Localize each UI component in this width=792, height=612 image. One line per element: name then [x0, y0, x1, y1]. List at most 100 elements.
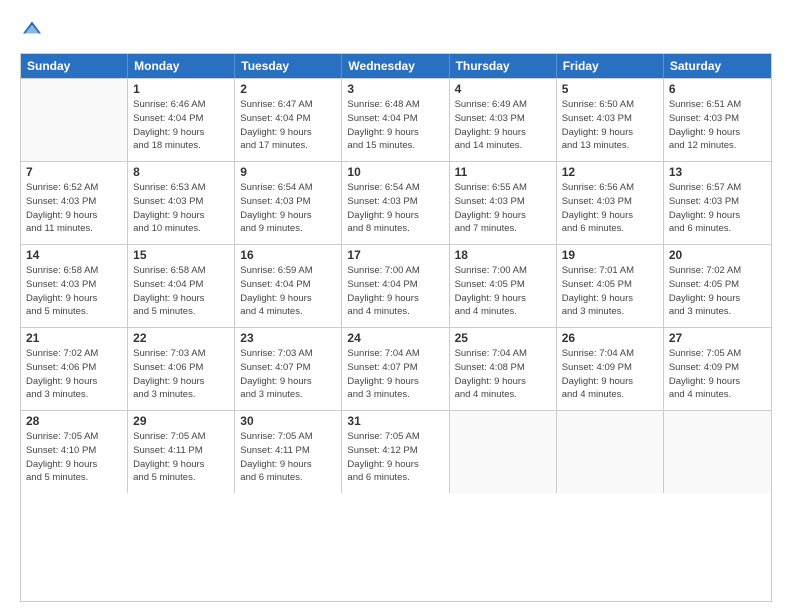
- cal-cell-r3-c3: 24 Sunrise: 7:04 AM Sunset: 4:07 PM Dayli…: [342, 328, 449, 410]
- day-info: Sunrise: 6:55 AM Sunset: 4:03 PM Dayligh…: [455, 181, 551, 236]
- cal-cell-r4-c4: [450, 411, 557, 493]
- day-info: Sunrise: 7:03 AM Sunset: 4:07 PM Dayligh…: [240, 347, 336, 402]
- day-number: 21: [26, 331, 122, 345]
- day-info: Sunrise: 6:51 AM Sunset: 4:03 PM Dayligh…: [669, 98, 766, 153]
- cal-cell-r3-c6: 27 Sunrise: 7:05 AM Sunset: 4:09 PM Dayli…: [664, 328, 771, 410]
- day-number: 3: [347, 82, 443, 96]
- cal-cell-r2-c1: 15Sunrise: 6:58 AM Sunset: 4:04 PM Dayli…: [128, 245, 235, 327]
- day-info: Sunrise: 6:54 AM Sunset: 4:03 PM Dayligh…: [240, 181, 336, 236]
- day-number: 27: [669, 331, 766, 345]
- weekday-header-tuesday: Tuesday: [235, 54, 342, 78]
- cal-cell-r0-c3: 3 Sunrise: 6:48 AM Sunset: 4:04 PM Daylig…: [342, 79, 449, 161]
- day-info: Sunrise: 7:00 AM Sunset: 4:04 PM Dayligh…: [347, 264, 443, 319]
- day-number: 28: [26, 414, 122, 428]
- cal-cell-r1-c4: 11 Sunrise: 6:55 AM Sunset: 4:03 PM Dayli…: [450, 162, 557, 244]
- day-number: 5: [562, 82, 658, 96]
- cal-cell-r4-c3: 31 Sunrise: 7:05 AM Sunset: 4:12 PM Dayli…: [342, 411, 449, 493]
- day-number: 7: [26, 165, 122, 179]
- cal-cell-r4-c0: 28 Sunrise: 7:05 AM Sunset: 4:10 PM Dayli…: [21, 411, 128, 493]
- cal-cell-r1-c2: 9Sunrise: 6:54 AM Sunset: 4:03 PM Daylig…: [235, 162, 342, 244]
- day-info: Sunrise: 6:52 AM Sunset: 4:03 PM Dayligh…: [26, 181, 122, 236]
- day-info: Sunrise: 7:03 AM Sunset: 4:06 PM Dayligh…: [133, 347, 229, 402]
- cal-cell-r2-c3: 17Sunrise: 7:00 AM Sunset: 4:04 PM Dayli…: [342, 245, 449, 327]
- calendar-row-4: 21 Sunrise: 7:02 AM Sunset: 4:06 PM Dayli…: [21, 327, 771, 410]
- day-info: Sunrise: 7:02 AM Sunset: 4:06 PM Dayligh…: [26, 347, 122, 402]
- cal-cell-r1-c1: 8 Sunrise: 6:53 AM Sunset: 4:03 PM Daylig…: [128, 162, 235, 244]
- day-number: 23: [240, 331, 336, 345]
- day-number: 18: [455, 248, 551, 262]
- day-number: 15: [133, 248, 229, 262]
- cal-cell-r1-c5: 12Sunrise: 6:56 AM Sunset: 4:03 PM Dayli…: [557, 162, 664, 244]
- day-number: 16: [240, 248, 336, 262]
- day-number: 25: [455, 331, 551, 345]
- day-info: Sunrise: 7:05 AM Sunset: 4:09 PM Dayligh…: [669, 347, 766, 402]
- cal-cell-r3-c2: 23 Sunrise: 7:03 AM Sunset: 4:07 PM Dayli…: [235, 328, 342, 410]
- calendar-row-2: 7 Sunrise: 6:52 AM Sunset: 4:03 PM Daylig…: [21, 161, 771, 244]
- cal-cell-r4-c1: 29 Sunrise: 7:05 AM Sunset: 4:11 PM Dayli…: [128, 411, 235, 493]
- day-number: 2: [240, 82, 336, 96]
- calendar-body: 1 Sunrise: 6:46 AM Sunset: 4:04 PM Daylig…: [21, 78, 771, 493]
- calendar-page: SundayMondayTuesdayWednesdayThursdayFrid…: [0, 0, 792, 612]
- day-info: Sunrise: 6:48 AM Sunset: 4:04 PM Dayligh…: [347, 98, 443, 153]
- day-info: Sunrise: 7:04 AM Sunset: 4:08 PM Dayligh…: [455, 347, 551, 402]
- cal-cell-r3-c5: 26 Sunrise: 7:04 AM Sunset: 4:09 PM Dayli…: [557, 328, 664, 410]
- day-info: Sunrise: 7:05 AM Sunset: 4:11 PM Dayligh…: [133, 430, 229, 485]
- calendar-row-5: 28 Sunrise: 7:05 AM Sunset: 4:10 PM Dayli…: [21, 410, 771, 493]
- weekday-header-friday: Friday: [557, 54, 664, 78]
- day-info: Sunrise: 6:58 AM Sunset: 4:03 PM Dayligh…: [26, 264, 122, 319]
- weekday-header-sunday: Sunday: [21, 54, 128, 78]
- day-number: 11: [455, 165, 551, 179]
- day-number: 4: [455, 82, 551, 96]
- day-info: Sunrise: 7:00 AM Sunset: 4:05 PM Dayligh…: [455, 264, 551, 319]
- day-number: 10: [347, 165, 443, 179]
- day-info: Sunrise: 6:54 AM Sunset: 4:03 PM Dayligh…: [347, 181, 443, 236]
- day-number: 12: [562, 165, 658, 179]
- cal-cell-r4-c6: [664, 411, 771, 493]
- cal-cell-r1-c0: 7 Sunrise: 6:52 AM Sunset: 4:03 PM Daylig…: [21, 162, 128, 244]
- weekday-header-wednesday: Wednesday: [342, 54, 449, 78]
- day-number: 8: [133, 165, 229, 179]
- logo: [20, 18, 46, 43]
- day-info: Sunrise: 7:05 AM Sunset: 4:10 PM Dayligh…: [26, 430, 122, 485]
- day-info: Sunrise: 7:04 AM Sunset: 4:09 PM Dayligh…: [562, 347, 658, 402]
- page-header: [20, 18, 772, 43]
- weekday-header-monday: Monday: [128, 54, 235, 78]
- day-info: Sunrise: 6:57 AM Sunset: 4:03 PM Dayligh…: [669, 181, 766, 236]
- cal-cell-r4-c2: 30 Sunrise: 7:05 AM Sunset: 4:11 PM Dayli…: [235, 411, 342, 493]
- day-number: 30: [240, 414, 336, 428]
- cal-cell-r0-c0: [21, 79, 128, 161]
- cal-cell-r1-c6: 13Sunrise: 6:57 AM Sunset: 4:03 PM Dayli…: [664, 162, 771, 244]
- calendar-row-1: 1 Sunrise: 6:46 AM Sunset: 4:04 PM Daylig…: [21, 78, 771, 161]
- day-number: 19: [562, 248, 658, 262]
- day-info: Sunrise: 6:47 AM Sunset: 4:04 PM Dayligh…: [240, 98, 336, 153]
- day-info: Sunrise: 6:53 AM Sunset: 4:03 PM Dayligh…: [133, 181, 229, 236]
- logo-icon: [22, 18, 42, 38]
- day-info: Sunrise: 6:49 AM Sunset: 4:03 PM Dayligh…: [455, 98, 551, 153]
- day-number: 1: [133, 82, 229, 96]
- day-info: Sunrise: 7:02 AM Sunset: 4:05 PM Dayligh…: [669, 264, 766, 319]
- cal-cell-r3-c4: 25 Sunrise: 7:04 AM Sunset: 4:08 PM Dayli…: [450, 328, 557, 410]
- weekday-header-thursday: Thursday: [450, 54, 557, 78]
- day-info: Sunrise: 6:59 AM Sunset: 4:04 PM Dayligh…: [240, 264, 336, 319]
- day-number: 31: [347, 414, 443, 428]
- day-number: 26: [562, 331, 658, 345]
- day-number: 20: [669, 248, 766, 262]
- cal-cell-r0-c4: 4 Sunrise: 6:49 AM Sunset: 4:03 PM Daylig…: [450, 79, 557, 161]
- day-number: 24: [347, 331, 443, 345]
- cal-cell-r3-c1: 22Sunrise: 7:03 AM Sunset: 4:06 PM Dayli…: [128, 328, 235, 410]
- cal-cell-r3-c0: 21 Sunrise: 7:02 AM Sunset: 4:06 PM Dayli…: [21, 328, 128, 410]
- cal-cell-r4-c5: [557, 411, 664, 493]
- day-info: Sunrise: 7:05 AM Sunset: 4:11 PM Dayligh…: [240, 430, 336, 485]
- calendar: SundayMondayTuesdayWednesdayThursdayFrid…: [20, 53, 772, 602]
- day-number: 14: [26, 248, 122, 262]
- day-info: Sunrise: 7:04 AM Sunset: 4:07 PM Dayligh…: [347, 347, 443, 402]
- day-info: Sunrise: 6:50 AM Sunset: 4:03 PM Dayligh…: [562, 98, 658, 153]
- day-info: Sunrise: 6:46 AM Sunset: 4:04 PM Dayligh…: [133, 98, 229, 153]
- cal-cell-r0-c2: 2 Sunrise: 6:47 AM Sunset: 4:04 PM Daylig…: [235, 79, 342, 161]
- cal-cell-r0-c5: 5 Sunrise: 6:50 AM Sunset: 4:03 PM Daylig…: [557, 79, 664, 161]
- cal-cell-r0-c6: 6 Sunrise: 6:51 AM Sunset: 4:03 PM Daylig…: [664, 79, 771, 161]
- day-number: 6: [669, 82, 766, 96]
- day-info: Sunrise: 7:05 AM Sunset: 4:12 PM Dayligh…: [347, 430, 443, 485]
- cal-cell-r2-c6: 20 Sunrise: 7:02 AM Sunset: 4:05 PM Dayli…: [664, 245, 771, 327]
- day-number: 29: [133, 414, 229, 428]
